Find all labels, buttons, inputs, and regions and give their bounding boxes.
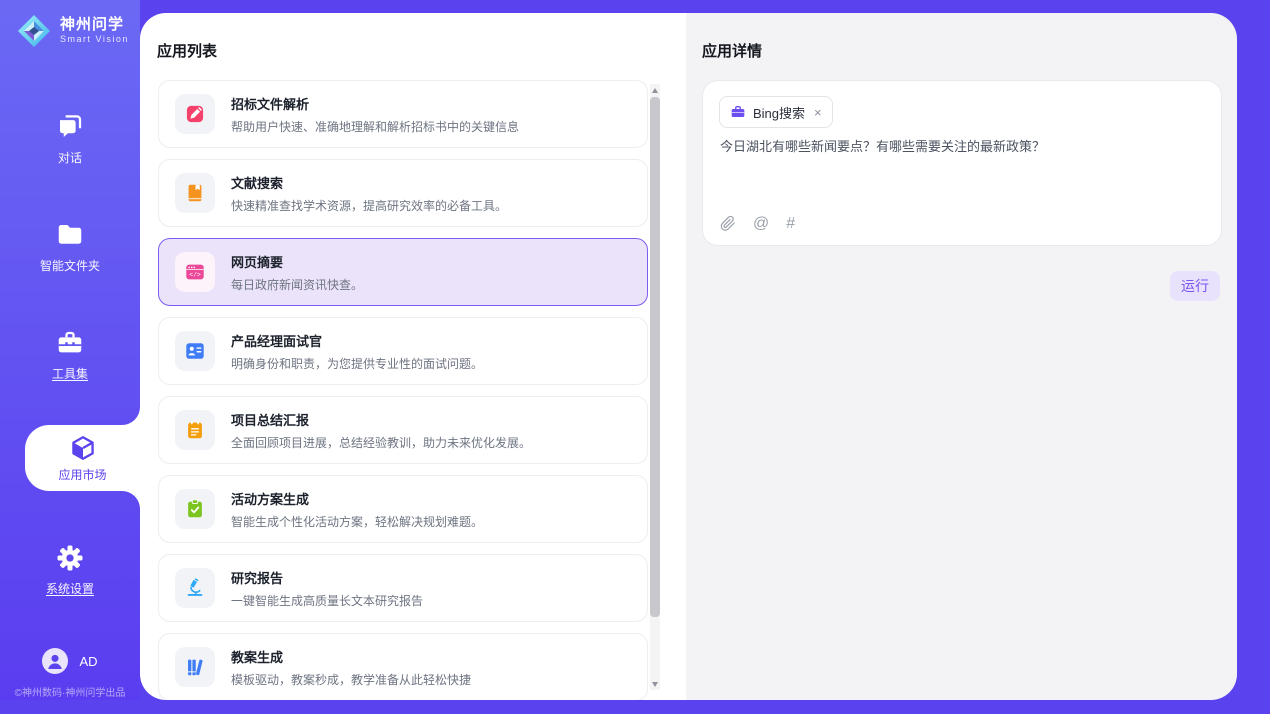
microscope-icon: [175, 568, 215, 608]
app-card-title: 活动方案生成: [231, 489, 483, 508]
composer-toolbar: @ #: [720, 215, 795, 232]
user-avatar-icon: [42, 648, 68, 674]
scrollbar-thumb[interactable]: [650, 97, 660, 617]
sidebar: 神州问学 Smart Vision 对话 智能文件夹 工具集: [0, 0, 140, 700]
app-detail-title: 应用详情: [702, 40, 762, 61]
app-card-title: 网页摘要: [231, 252, 363, 271]
app-list: 招标文件解析 帮助用户快速、准确地理解和解析招标书中的关键信息 文献搜索 快速精…: [158, 80, 648, 700]
app-card-desc: 快速精准查找学术资源，提高研究效率的必备工具。: [231, 197, 507, 214]
cube-icon: [69, 434, 97, 462]
brand-subtitle: Smart Vision: [60, 35, 129, 45]
hash-icon[interactable]: #: [786, 216, 795, 232]
app-card-desc: 帮助用户快速、准确地理解和解析招标书中的关键信息: [231, 118, 519, 135]
prompt-input[interactable]: 今日湖北有哪些新闻要点？有哪些需要关注的最新政策？: [720, 137, 1201, 157]
paperclip-icon[interactable]: [720, 215, 736, 232]
sidebar-item-app-market[interactable]: 应用市场: [25, 425, 140, 491]
diamond-logo-icon: [16, 13, 52, 49]
sidebar-item-toolset[interactable]: 工具集: [0, 328, 140, 383]
app-card-literature-search[interactable]: 文献搜索 快速精准查找学术资源，提高研究效率的必备工具。: [158, 159, 648, 227]
brand-logo: 神州问学 Smart Vision: [16, 13, 129, 49]
main-content: 应用列表 招标文件解析 帮助用户快速、准确地理解和解析招标书中的关键信息: [140, 13, 1237, 700]
sidebar-item-label: 智能文件夹: [40, 257, 100, 274]
app-card-pm-interviewer[interactable]: 产品经理面试官 明确身份和职责，为您提供专业性的面试问题。: [158, 317, 648, 385]
books-icon: [175, 647, 215, 687]
app-card-desc: 全面回顾项目进展，总结经验教训，助力未来优化发展。: [231, 434, 531, 451]
app-card-event-plan[interactable]: 活动方案生成 智能生成个性化活动方案，轻松解决规划难题。: [158, 475, 648, 543]
app-card-title: 项目总结汇报: [231, 410, 531, 429]
scrollbar-up-arrow[interactable]: [650, 84, 660, 96]
gear-icon: [0, 543, 140, 573]
sidebar-item-chat[interactable]: 对话: [0, 112, 140, 167]
run-button[interactable]: 运行: [1170, 271, 1220, 301]
browser-code-icon: </>: [175, 252, 215, 292]
chat-icon: [0, 112, 140, 142]
app-card-lesson-plan[interactable]: 教案生成 模板驱动，教案秒成，教学准备从此轻松快捷: [158, 633, 648, 700]
notepad-icon: [175, 410, 215, 450]
sidebar-item-label: 对话: [58, 149, 82, 166]
sidebar-item-smart-folder[interactable]: 智能文件夹: [0, 220, 140, 275]
app-card-desc: 智能生成个性化活动方案，轻松解决规划难题。: [231, 513, 483, 530]
app-list-title: 应用列表: [157, 40, 217, 61]
briefcase-icon: [730, 104, 746, 120]
sidebar-item-label: 系统设置: [46, 580, 94, 597]
brand-name: 神州问学: [60, 17, 129, 34]
app-card-bid-analysis[interactable]: 招标文件解析 帮助用户快速、准确地理解和解析招标书中的关键信息: [158, 80, 648, 148]
app-card-title: 教案生成: [231, 647, 471, 666]
app-card-project-summary[interactable]: 项目总结汇报 全面回顾项目进展，总结经验教训，助力未来优化发展。: [158, 396, 648, 464]
app-card-desc: 模板驱动，教案秒成，教学准备从此轻松快捷: [231, 671, 471, 688]
sidebar-footer: ©神州数码·神州问学出品: [0, 684, 140, 699]
app-card-title: 文献搜索: [231, 173, 507, 192]
svg-text:</>: </>: [189, 271, 201, 278]
prompt-card[interactable]: Bing搜索 × 今日湖北有哪些新闻要点？有哪些需要关注的最新政策？ @ #: [702, 80, 1222, 246]
at-icon[interactable]: @: [753, 216, 769, 232]
tool-tag-bing-search[interactable]: Bing搜索 ×: [719, 96, 833, 128]
app-card-desc: 一键智能生成高质量长文本研究报告: [231, 592, 423, 609]
app-card-title: 招标文件解析: [231, 94, 519, 113]
app-detail-panel: 应用详情 Bing搜索 × 今日湖北有哪些新闻要点？有哪些需要关注的最新政策？: [686, 13, 1237, 700]
app-list-panel: 应用列表 招标文件解析 帮助用户快速、准确地理解和解析招标书中的关键信息: [140, 13, 686, 700]
sidebar-item-label: 工具集: [52, 365, 88, 382]
sidebar-item-settings[interactable]: 系统设置: [0, 543, 140, 598]
close-icon[interactable]: ×: [814, 105, 822, 120]
toolbox-icon: [0, 328, 140, 358]
book-icon: [175, 173, 215, 213]
user-account[interactable]: AD: [0, 648, 140, 674]
tool-tag-label: Bing搜索: [753, 103, 805, 122]
user-name: AD: [79, 654, 97, 669]
clipboard-check-icon: [175, 489, 215, 529]
scrollbar-down-arrow[interactable]: [650, 678, 660, 690]
app-card-title: 研究报告: [231, 568, 423, 587]
app-card-title: 产品经理面试官: [231, 331, 483, 350]
sidebar-item-label: 应用市场: [58, 466, 106, 483]
document-edit-icon: [175, 94, 215, 134]
interviewer-icon: [175, 331, 215, 371]
app-card-web-summary[interactable]: </> 网页摘要 每日政府新闻资讯快查。: [158, 238, 648, 306]
app-card-research-report[interactable]: 研究报告 一键智能生成高质量长文本研究报告: [158, 554, 648, 622]
folder-icon: [0, 220, 140, 250]
app-card-desc: 每日政府新闻资讯快查。: [231, 276, 363, 293]
app-list-scrollbar[interactable]: [650, 84, 660, 690]
app-card-desc: 明确身份和职责，为您提供专业性的面试问题。: [231, 355, 483, 372]
app-window: { "brand": {"name": "神州问学", "subtitle": …: [0, 0, 1270, 714]
